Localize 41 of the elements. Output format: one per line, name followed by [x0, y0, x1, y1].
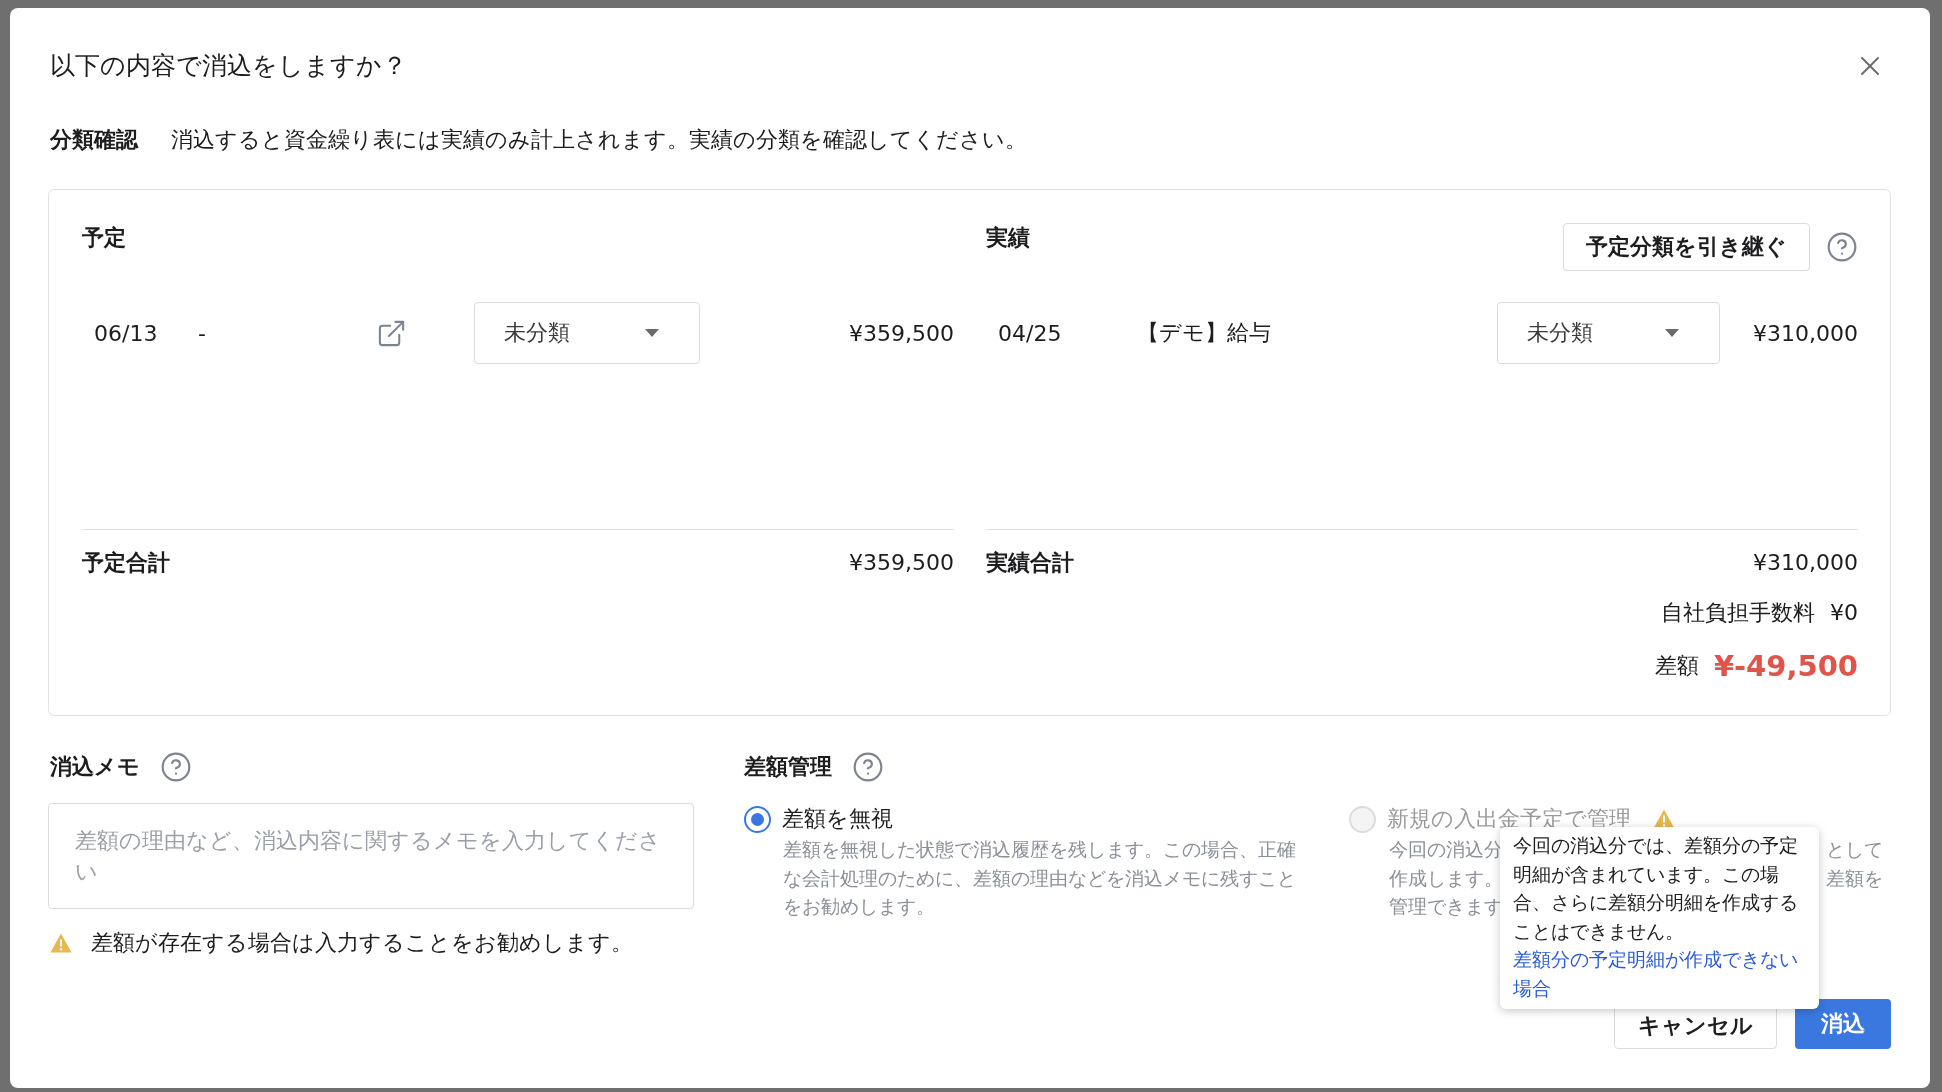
- caret-icon: [1665, 329, 1679, 337]
- radio-button[interactable]: [744, 805, 771, 833]
- memo-field[interactable]: 差額の理由など、消込内容に関するメモを入力してください: [48, 803, 694, 909]
- description-text: -: [198, 320, 207, 346]
- memo-heading: 消込メモ: [50, 753, 140, 781]
- option-description: 差額を無視した状態で消込履歴を残します。この場合、正確な会計処理のために、差額の理由などを消込メモに残すことをお勧めします。: [783, 837, 1297, 920]
- tooltip-text: 今回の消込分では、差額分の予定明細が含まれています。この場合、さらに差額分明細を作成することはできません。: [1513, 833, 1799, 945]
- help-icon[interactable]: [852, 751, 884, 783]
- total-label: 予定合計: [82, 549, 170, 577]
- difference-amount: ¥-49,500: [1713, 648, 1858, 685]
- dialog-title: 以下の内容で消込をしますか？: [50, 50, 407, 82]
- category-select[interactable]: 未分類: [1497, 302, 1720, 364]
- option-description: 管理できます: [1389, 894, 1503, 920]
- warning-icon: [50, 933, 72, 953]
- category-select[interactable]: 未分類: [474, 302, 700, 364]
- option-description: 差額を: [1826, 865, 1883, 892]
- amount-text: ¥310,000: [1753, 320, 1858, 346]
- date-text: 06/13: [94, 320, 159, 346]
- caret-icon: [645, 329, 659, 337]
- option-label: 差額を無視: [782, 805, 893, 833]
- option-description: 作成します。: [1389, 865, 1503, 892]
- column-heading: 実績: [986, 224, 1030, 252]
- column-heading: 予定: [82, 224, 126, 252]
- classification-message: 消込すると資金繰り表には実績のみ計上されます。実績の分類を確認してください。: [171, 126, 1027, 154]
- difference-heading: 差額管理: [744, 753, 832, 781]
- help-icon[interactable]: [160, 751, 192, 783]
- total-amount: ¥310,000: [1753, 549, 1858, 577]
- total-label: 実績合計: [986, 549, 1074, 577]
- fee-amount: ¥0: [1830, 599, 1858, 627]
- total-amount: ¥359,500: [849, 549, 954, 577]
- warning-message: 差額が存在する場合は入力することをお勧めします。: [91, 929, 633, 957]
- date-text: 04/25: [998, 320, 1063, 346]
- inherit-category-button[interactable]: 予定分類を引き継ぐ: [1563, 223, 1810, 271]
- reconcile-button[interactable]: 消込: [1795, 999, 1891, 1049]
- difference-label: 差額: [1654, 652, 1699, 680]
- help-icon[interactable]: [1826, 231, 1858, 263]
- option-description: として: [1826, 837, 1883, 863]
- classification-label: 分類確認: [50, 126, 138, 154]
- amount-text: ¥359,500: [849, 320, 954, 346]
- description-text: 【デモ】給与: [1137, 319, 1272, 347]
- fee-label: 自社負担手数料: [1661, 599, 1815, 627]
